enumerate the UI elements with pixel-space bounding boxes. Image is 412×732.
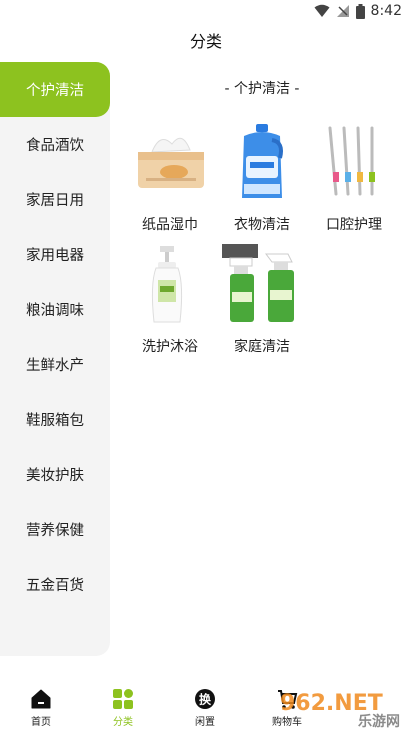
- nav-label: 首页: [31, 717, 51, 728]
- nav-idle[interactable]: 换 闲置: [175, 688, 235, 728]
- sidebar-item-beauty[interactable]: 美妆护肤: [0, 447, 110, 502]
- watermark-text: 962.NET: [280, 691, 383, 716]
- page-header: 分类: [0, 24, 412, 60]
- sidebar-item-fresh-seafood[interactable]: 生鲜水产: [0, 337, 110, 392]
- category-content: - 个护清洁 - 纸品湿巾 衣物清洁 口腔护理 洗护沐浴 家庭清洁: [112, 62, 412, 656]
- subcategory-tissues[interactable]: 纸品湿巾: [124, 122, 216, 234]
- watermark-logo: 962.NET 乐游网: [278, 688, 408, 730]
- subcategory-bath-care[interactable]: 洗护沐浴: [124, 244, 216, 356]
- subcategory-label: 家庭清洁: [234, 339, 290, 355]
- subcategory-grid: 纸品湿巾 衣物清洁 口腔护理 洗护沐浴 家庭清洁: [124, 122, 400, 356]
- nav-label: 闲置: [195, 717, 215, 728]
- nav-home[interactable]: 首页: [11, 688, 71, 728]
- sidebar-item-label: 粮油调味: [26, 303, 84, 319]
- signal-icon: [336, 5, 349, 17]
- sidebar-item-label: 美妆护肤: [26, 468, 84, 484]
- nav-label: 分类: [113, 717, 133, 728]
- sidebar-item-label: 五金百货: [26, 578, 84, 594]
- subcategory-oral-care[interactable]: 口腔护理: [308, 122, 400, 234]
- battery-icon: [355, 3, 365, 19]
- sidebar-item-label: 鞋服箱包: [26, 413, 84, 429]
- page-title: 分类: [189, 32, 222, 51]
- watermark-subtext: 乐游网: [358, 713, 400, 728]
- sidebar-item-label: 个护清洁: [26, 83, 84, 99]
- status-time: 8:42: [370, 3, 402, 19]
- detergent-bottle-image: [222, 122, 302, 202]
- sidebar-item-food-drinks[interactable]: 食品酒饮: [0, 117, 110, 172]
- category-grid-icon: [113, 689, 133, 709]
- sidebar-item-shoes-bags[interactable]: 鞋服箱包: [0, 392, 110, 447]
- sidebar-item-label: 生鲜水产: [26, 358, 84, 374]
- sidebar-item-label: 营养保健: [26, 523, 84, 539]
- home-icon: [31, 689, 51, 709]
- section-title: - 个护清洁 -: [224, 81, 300, 97]
- sidebar-item-label: 家居日用: [26, 193, 84, 209]
- status-bar: 8:42: [0, 0, 412, 24]
- wifi-icon: [314, 4, 330, 17]
- sidebar-item-personal-care[interactable]: 个护清洁: [0, 62, 110, 117]
- svg-text:换: 换: [199, 692, 212, 707]
- sidebar-item-hardware[interactable]: 五金百货: [0, 557, 110, 612]
- cleaning-spray-image: [222, 244, 302, 324]
- exchange-icon: 换: [195, 689, 215, 709]
- sidebar-item-nutrition[interactable]: 营养保健: [0, 502, 110, 557]
- subcategory-home-cleaning[interactable]: 家庭清洁: [216, 244, 308, 356]
- sidebar-item-household[interactable]: 家居日用: [0, 172, 110, 227]
- subcategory-laundry[interactable]: 衣物清洁: [216, 122, 308, 234]
- tissue-box-image: [130, 122, 210, 202]
- subcategory-label: 纸品湿巾: [142, 217, 198, 233]
- sidebar-item-label: 家用电器: [26, 248, 84, 264]
- subcategory-label: 洗护沐浴: [142, 339, 198, 355]
- subcategory-label: 口腔护理: [326, 217, 382, 233]
- nav-category[interactable]: 分类: [93, 688, 153, 728]
- sidebar-item-label: 食品酒饮: [26, 138, 84, 154]
- sidebar-item-appliances[interactable]: 家用电器: [0, 227, 110, 282]
- category-sidebar: 个护清洁 食品酒饮 家居日用 家用电器 粮油调味 生鲜水产 鞋服箱包 美妆护肤 …: [0, 62, 110, 656]
- subcategory-label: 衣物清洁: [234, 217, 290, 233]
- shampoo-bottle-image: [130, 244, 210, 324]
- toothbrush-image: [314, 122, 394, 202]
- sidebar-item-grain-oil[interactable]: 粮油调味: [0, 282, 110, 337]
